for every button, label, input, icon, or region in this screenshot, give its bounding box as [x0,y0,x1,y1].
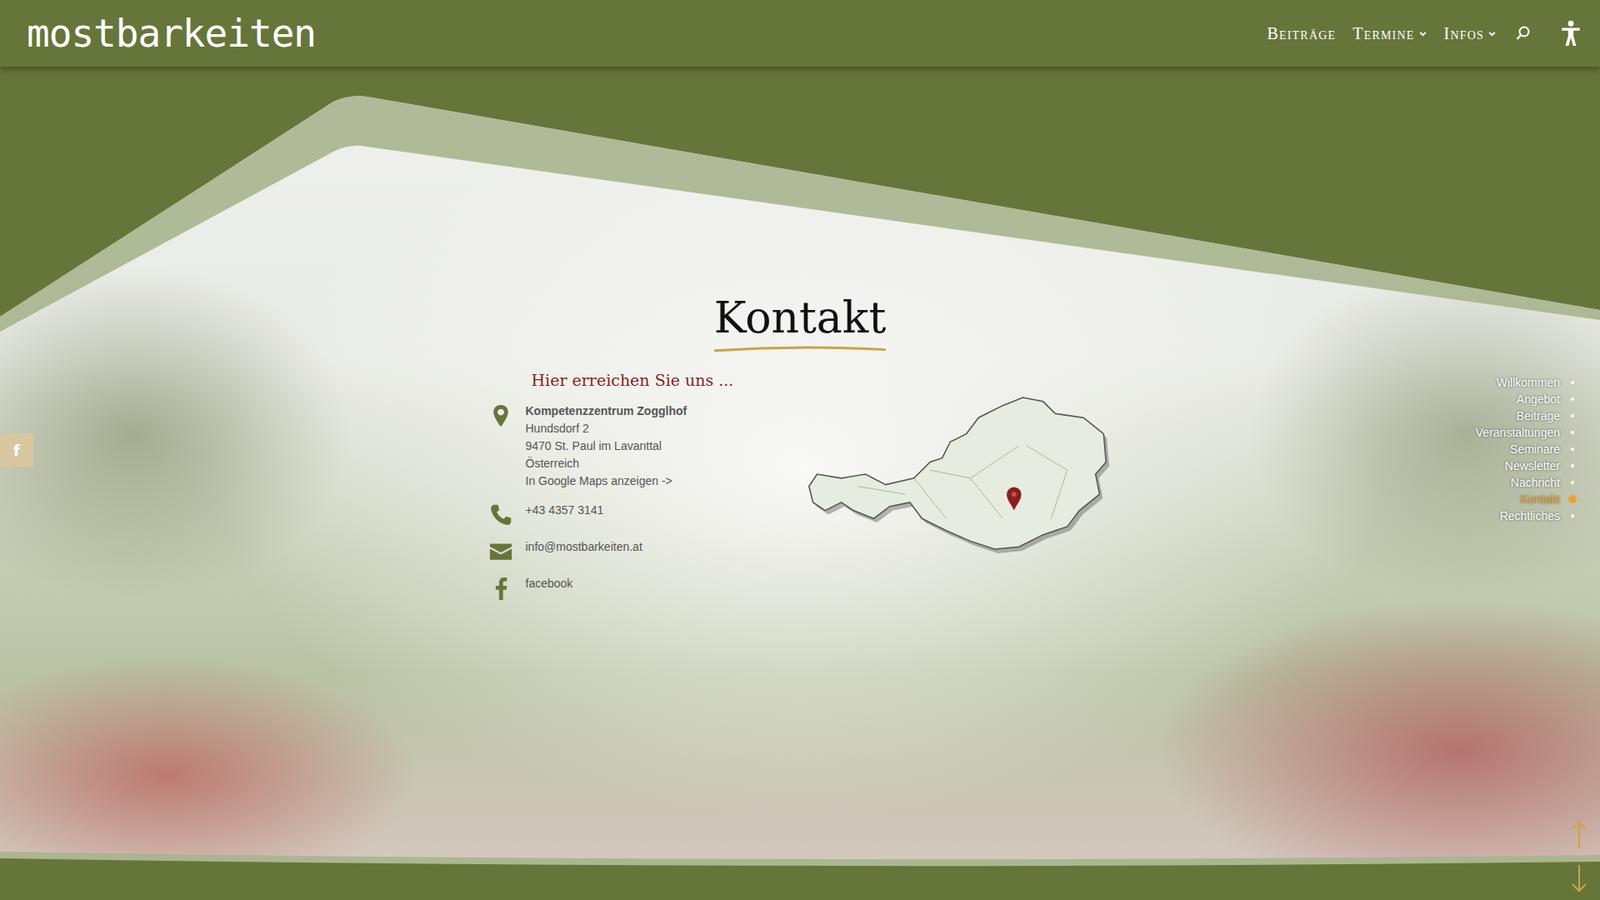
contact-line: Hundsdorf 2 [525,420,688,438]
contact-line: 9470 St. Paul im Lavanttal [525,437,688,455]
section-nav-item[interactable]: Seminare [1510,440,1577,458]
maps-link[interactable]: In Google Maps anzeigen -> [525,472,688,490]
chevron-down-icon [1487,29,1497,39]
header: mostbarkeiten Beiträge Termine Infos [0,0,1600,67]
nav-dot [1570,380,1575,385]
contact-line[interactable]: +43 4357 3141 [525,501,605,520]
nav-dot [1570,514,1575,518]
map-pin-icon [1006,486,1021,510]
nav-dot [1570,414,1575,418]
main-nav: Beiträge Termine Infos [1265,20,1582,47]
nav-item[interactable]: Termine [1350,20,1429,47]
nav-dot [1570,464,1575,468]
section-title: Kontakt [712,290,888,353]
logo[interactable]: mostbarkeiten [26,12,316,55]
contact-heading: Kompetenzzentrum Zogglhof [525,402,688,420]
contact-list: Hier erreichen Sie uns ...Kompetenzzentr… [488,369,775,601]
chevron-down-icon [1418,29,1428,39]
nav-dot [1570,447,1575,451]
nav-dot [1570,430,1575,435]
contact-line[interactable]: facebook [525,575,574,593]
section-nav-item[interactable]: Willkommen [1496,374,1577,391]
nav-dot [1570,480,1575,485]
map-figure [804,392,1113,556]
arrow-up-icon[interactable] [1570,820,1588,850]
contact-section: Kontakt Hier erreichen Sie uns ...Kompete… [0,66,1600,600]
section-nav-item[interactable]: Newsletter [1505,457,1577,475]
facebook-icon [489,576,513,600]
contact-line: Österreich [525,455,688,473]
austria-map [804,369,1113,601]
nav-item[interactable]: Beiträge [1265,20,1338,47]
section-nav: WillkommenAngebotBeiträgeVeranstaltungen… [1475,374,1577,525]
title-underline [712,345,888,353]
decor-shapes [0,0,1600,900]
facebook-tab[interactable]: f [0,433,34,467]
contact-item: Kompetenzzentrum ZogglhofHundsdorf 29470… [488,402,775,490]
contact-item: +43 4357 3141 [488,501,775,527]
nav-dot [1568,495,1577,504]
section-nav-item[interactable]: Nachricht [1510,474,1577,491]
accessibility-icon[interactable] [1560,20,1582,47]
section-nav-item[interactable]: Beiträge [1516,407,1577,425]
mail-icon [489,540,513,564]
phone-icon [489,503,513,527]
contact-line[interactable]: info@mostbarkeiten.at [525,538,643,556]
section-nav-item[interactable]: Rechtliches [1500,507,1577,525]
location-pin-icon [489,404,513,428]
page: mostbarkeitenBeiträgeTermineInfosfKontak… [0,0,1600,900]
contact-item: facebook [488,575,775,600]
search-icon[interactable] [1515,25,1532,42]
section-nav-item[interactable]: Veranstaltungen [1475,424,1577,441]
section-nav-item[interactable]: Angebot [1516,390,1577,408]
section-nav-item[interactable]: Kontakt [1520,490,1577,508]
nav-item[interactable]: Infos [1442,20,1499,47]
contact-item: info@mostbarkeiten.at [488,538,775,564]
arrow-down-icon[interactable] [1570,863,1588,894]
nav-dot [1570,397,1575,401]
